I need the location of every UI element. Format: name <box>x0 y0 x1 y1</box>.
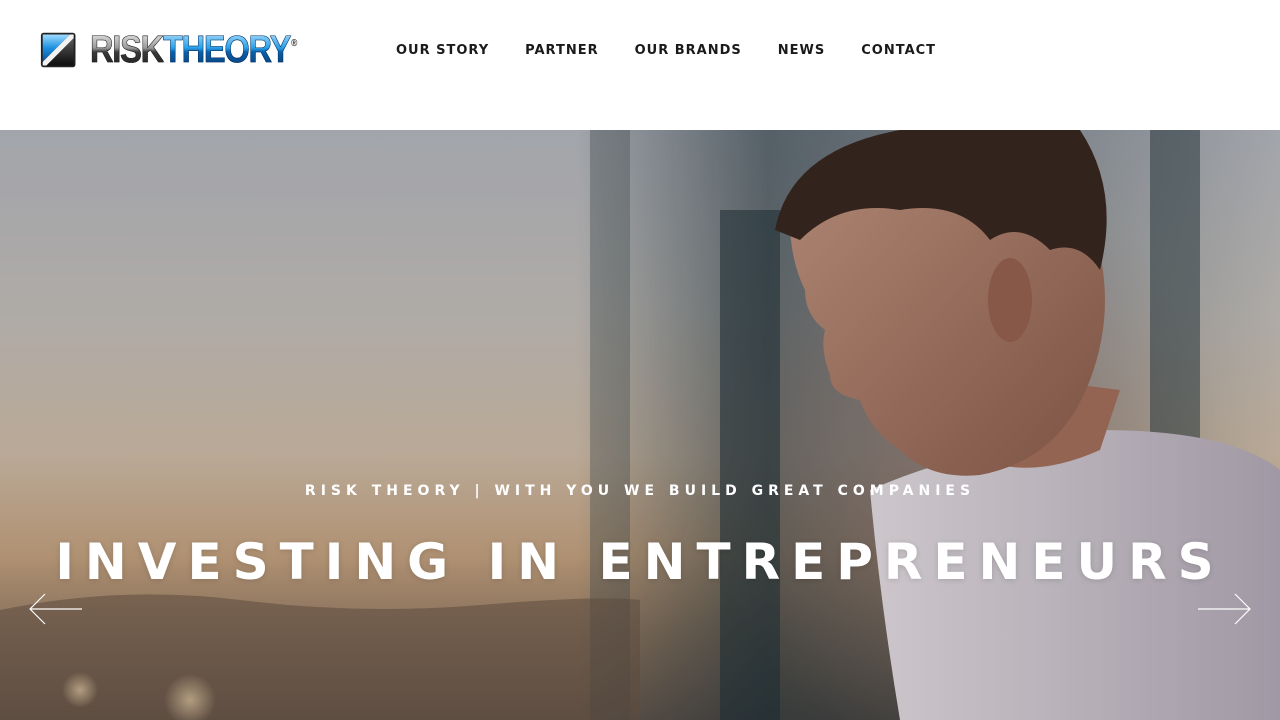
hero-overlay <box>0 130 1280 720</box>
nav-item-contact[interactable]: CONTACT <box>843 43 954 58</box>
site-header: RISKTHEORY® OUR STORY PARTNER OUR BRANDS… <box>0 0 1280 130</box>
main-nav: OUR STORY PARTNER OUR BRANDS NEWS CONTAC… <box>378 38 954 62</box>
logo-mark-icon <box>40 32 76 68</box>
nav-item-partner[interactable]: PARTNER <box>507 43 616 58</box>
registered-mark: ® <box>291 38 297 49</box>
hero-slider: RISK THEORY | WITH YOU WE BUILD GREAT CO… <box>0 130 1280 720</box>
nav-item-our-brands[interactable]: OUR BRANDS <box>617 43 760 58</box>
slider-prev-arrow-icon[interactable] <box>28 592 84 626</box>
hero-title: INVESTING IN ENTREPRENEURS <box>55 533 1225 591</box>
slider-next-arrow-icon[interactable] <box>1196 592 1252 626</box>
logo-wordmark: RISKTHEORY® <box>90 29 298 71</box>
hero-subtitle: RISK THEORY | WITH YOU WE BUILD GREAT CO… <box>304 483 976 499</box>
logo-text-risk: RISK <box>90 29 165 71</box>
logo-text-theory: THEORY <box>163 29 292 71</box>
logo[interactable]: RISKTHEORY® <box>40 30 330 70</box>
nav-item-our-story[interactable]: OUR STORY <box>378 43 507 58</box>
nav-item-news[interactable]: NEWS <box>760 43 843 58</box>
